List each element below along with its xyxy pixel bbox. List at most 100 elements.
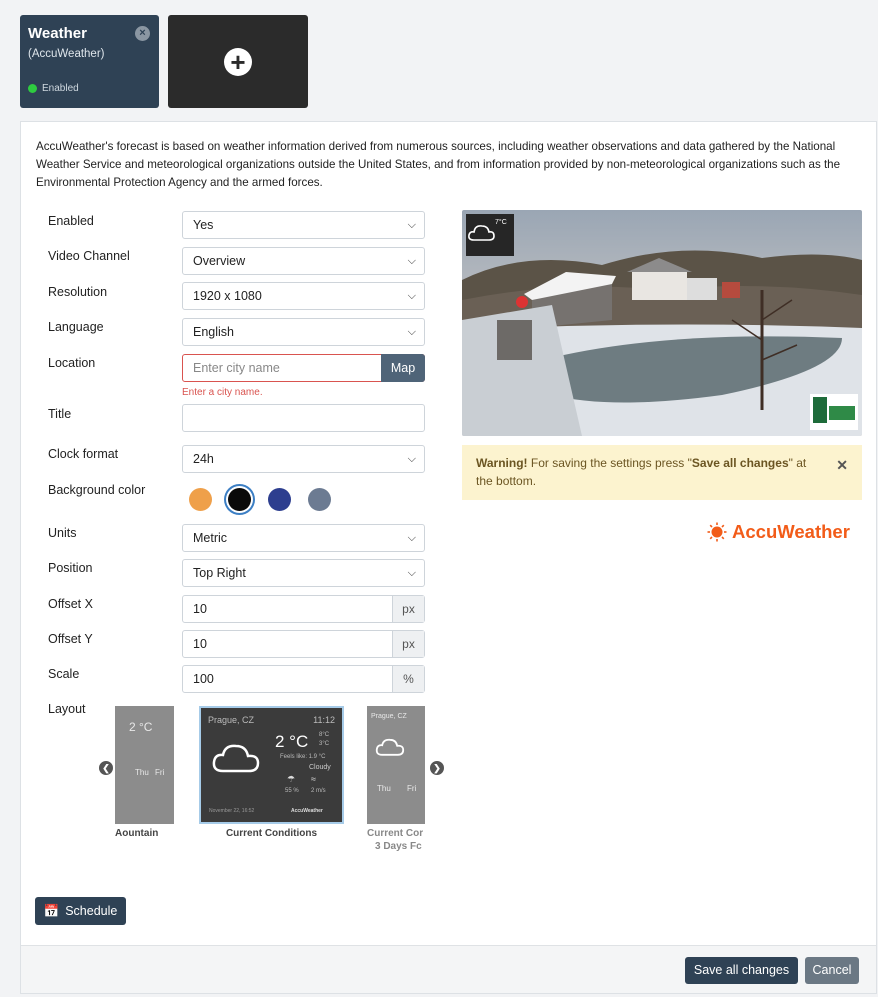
thumb-precip: 55 % [285,788,299,794]
offset-y-unit: px [392,631,424,657]
layout-caption-current-conditions: Current Conditions [225,828,318,839]
offset-x-value: 10 [193,602,207,616]
layout-label: Layout [48,702,86,716]
video-channel-select[interactable]: Overview ⌵ [182,247,425,275]
schedule-button[interactable]: 📅 Schedule [35,897,126,925]
calendar-icon: 📅 [43,903,60,918]
thumb-temp: 2 °C [275,732,309,751]
resolution-label: Resolution [48,285,108,299]
offset-x-label: Offset X [48,597,93,611]
wind-icon: ≈ [311,774,316,784]
color-swatch-black[interactable] [228,488,251,511]
color-swatch-navy[interactable] [268,488,291,511]
offset-y-label: Offset Y [48,632,93,646]
status-dot-icon [28,84,37,93]
layout-caption-current-3-days: Current Cor [367,828,424,839]
tile-status-label: Enabled [42,83,79,94]
enabled-value: Yes [193,218,214,232]
thumb-date: November 22, 16:52 [209,808,255,814]
units-label: Units [48,526,77,540]
title-input[interactable] [182,404,425,432]
layout-caption-current-3-days-line2: 3 Days Fc [375,841,422,852]
chevron-down-icon: ⌵ [407,290,416,302]
cloud-icon [212,744,260,773]
winter-bridge-scene [462,210,862,436]
units-select[interactable]: Metric ⌵ [182,524,425,552]
video-channel-value: Overview [193,254,246,268]
warning-alert: Warning! For saving the settings press "… [462,445,862,500]
chevron-down-icon: ⌵ [407,326,416,338]
location-input[interactable]: Enter city name Map [182,354,425,382]
accuweather-logo: AccuWeather [707,521,850,543]
clock-format-value: 24h [193,452,214,466]
location-label: Location [48,356,96,370]
thumb-lo: 3°C [319,741,330,747]
offset-x-input[interactable]: 10 px [182,595,425,623]
layout-option-current-conditions[interactable]: Prague, CZ 11:12 2 °C 8°C 3°C Feels like… [199,706,344,824]
schedule-label: Schedule [65,904,118,918]
location-placeholder: Enter city name [193,361,280,375]
tile-subtitle: (AccuWeather) [28,48,105,60]
resolution-value: 1920 x 1080 [193,289,262,303]
warning-strong: Warning! [476,456,528,470]
resolution-select[interactable]: 1920 x 1080 ⌵ [182,282,425,310]
language-value: English [193,325,234,339]
add-widget-button[interactable]: + [168,15,308,108]
units-value: Metric [193,531,228,545]
cloud-icon [375,738,405,756]
tile-title: Weather [28,25,87,42]
color-swatch-slate[interactable] [308,488,331,511]
enabled-select[interactable]: Yes ⌵ [182,211,425,239]
scale-label: Scale [48,667,80,681]
layout-carousel: 2 °C Thu Fri Aountain Prague, CZ 11:12 2… [99,706,444,856]
offset-x-unit: px [392,596,424,622]
offset-y-input[interactable]: 10 px [182,630,425,658]
layout-prev-arrow[interactable]: ❮ [99,761,113,775]
enabled-label: Enabled [48,214,94,228]
settings-card: AccuWeather's forecast is based on weath… [20,121,877,994]
thumb-city: Prague, CZ [208,715,255,725]
tile-status: Enabled [28,83,79,94]
scale-unit: % [392,666,424,692]
scale-input[interactable]: 100 % [182,665,425,693]
remove-widget-icon[interactable]: × [135,26,150,41]
layout-next-arrow[interactable]: ❯ [430,761,444,775]
background-color-label: Background color [48,483,146,497]
offset-y-value: 10 [193,637,207,651]
chevron-down-icon: ⌵ [407,532,416,544]
thumb-cond: Cloudy [309,764,331,771]
close-icon[interactable]: ✕ [836,456,848,474]
language-select[interactable]: English ⌵ [182,318,425,346]
clock-format-select[interactable]: 24h ⌵ [182,445,425,473]
widget-tile-weather[interactable]: Weather (AccuWeather) Enabled × [20,15,159,108]
preview-overlay-temp: 7°C [495,219,507,226]
position-select[interactable]: Top Right ⌵ [182,559,425,587]
scale-value: 100 [193,672,214,686]
thumb-feels: Feels like: 1.9 °C [280,754,326,760]
color-swatch-orange[interactable] [189,488,212,511]
location-error: Enter a city name. [182,387,263,398]
layout-option-current-3-days[interactable]: Prague, CZ Thu Fri [367,706,425,824]
brand-name: AccuWeather [732,521,850,542]
cancel-button[interactable]: Cancel [805,957,859,984]
save-all-changes-button[interactable]: Save all changes [685,957,798,984]
thumb-wind: 2 m/s [311,788,326,794]
thumb-city-2: Prague, CZ [371,713,407,720]
card-footer: Save all changes Cancel [21,945,876,993]
layout-option-mountain[interactable]: 2 °C Thu Fri [115,706,174,824]
language-label: Language [48,320,104,334]
description-text: AccuWeather's forecast is based on weath… [36,140,841,189]
thumb-brand: AccuWeather [291,808,323,814]
camera-preview-image: 7°C [462,210,862,436]
map-button[interactable]: Map [381,354,425,382]
umbrella-icon: ☂ [287,774,296,784]
warning-text-before: For saving the settings press " [527,456,692,470]
thumb-time: 11:12 [313,715,335,725]
position-label: Position [48,561,93,575]
title-label: Title [48,407,72,421]
sun-icon [707,522,727,542]
chevron-down-icon: ⌵ [407,567,416,579]
layout-caption-mountain: Aountain [115,828,159,839]
plus-icon: + [224,47,252,76]
clock-format-label: Clock format [48,447,119,461]
